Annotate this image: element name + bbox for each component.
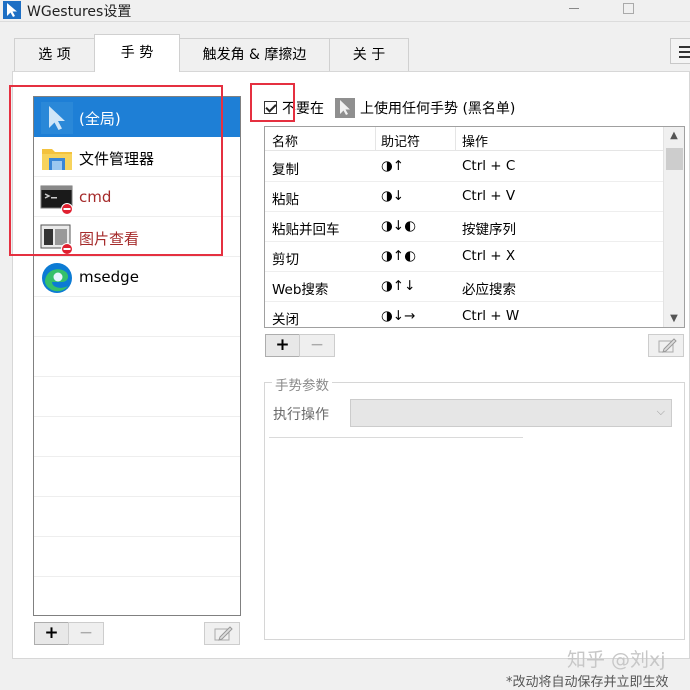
table-row[interactable]: 关闭 ◑↓→ Ctrl + W xyxy=(265,302,663,328)
menu-line-icon xyxy=(679,51,690,53)
table-row[interactable]: 粘贴并回车 ◑↓◐ 按键序列 xyxy=(265,212,663,242)
gesture-action: Ctrl + V xyxy=(462,188,516,204)
exec-action-select[interactable]: ⌵ xyxy=(350,399,672,427)
remove-gesture-button[interactable]: − xyxy=(299,334,335,357)
list-item-empty xyxy=(34,577,240,615)
column-divider xyxy=(375,127,376,151)
list-item-global[interactable]: (全局) xyxy=(34,97,240,137)
edit-icon xyxy=(214,626,233,641)
edit-gesture-button[interactable] xyxy=(648,334,684,357)
chevron-down-icon: ⌵ xyxy=(656,405,665,418)
autosave-note: *改动将自动保存并立即生效 xyxy=(506,675,669,690)
column-header-mnemonic[interactable]: 助记符 xyxy=(381,131,420,150)
cursor-icon xyxy=(41,102,73,134)
gesture-action: Ctrl + C xyxy=(462,158,516,174)
list-item-empty xyxy=(34,297,240,337)
table-row[interactable]: 粘贴 ◑↓ Ctrl + V xyxy=(265,182,663,212)
edge-icon xyxy=(42,263,72,293)
table-row[interactable]: 剪切 ◑↑◐ Ctrl + X xyxy=(265,242,663,272)
list-item-photo-viewer[interactable]: 图片查看 xyxy=(34,217,240,257)
column-header-action[interactable]: 操作 xyxy=(462,131,488,150)
gesture-mnemonic: ◑↑ xyxy=(381,158,405,174)
gesture-mnemonic: ◑↓◐ xyxy=(381,218,416,234)
minimize-button[interactable] xyxy=(560,0,590,20)
gesture-name: 剪切 xyxy=(272,252,299,268)
table-row[interactable]: Web搜索 ◑↑↓ 必应搜索 xyxy=(265,272,663,302)
column-divider xyxy=(455,127,456,151)
gesture-table[interactable]: 名称 助记符 操作 复制 ◑↑ Ctrl + C 粘贴 ◑↓ Ctrl + V … xyxy=(264,126,685,328)
folder-icon xyxy=(42,149,72,170)
gesture-action: Ctrl + X xyxy=(462,248,516,264)
cursor-icon xyxy=(335,98,355,118)
menu-line-icon xyxy=(679,46,690,48)
gesture-name: 粘贴并回车 xyxy=(272,222,340,238)
app-list[interactable]: (全局) 文件管理器 cmd 图片查看 msedge xyxy=(33,96,241,616)
menu-button[interactable] xyxy=(670,38,690,64)
list-item-label: cmd xyxy=(79,188,112,206)
divider xyxy=(269,437,523,438)
scroll-up-icon[interactable]: ▲ xyxy=(664,127,684,144)
list-item-file-manager[interactable]: 文件管理器 xyxy=(34,137,240,177)
list-item-empty xyxy=(34,497,240,537)
table-row[interactable]: 复制 ◑↑ Ctrl + C xyxy=(265,152,663,182)
gesture-name: 复制 xyxy=(272,162,299,178)
gesture-action: 按键序列 xyxy=(462,222,516,238)
list-item-empty xyxy=(34,537,240,577)
exec-action-label: 执行操作 xyxy=(273,407,329,423)
list-item-empty xyxy=(34,337,240,377)
add-app-button[interactable]: + xyxy=(34,622,69,645)
list-item-label: msedge xyxy=(79,268,139,286)
list-item-msedge[interactable]: msedge xyxy=(34,257,240,297)
remove-app-button[interactable]: − xyxy=(68,622,104,645)
scroll-down-icon[interactable]: ▼ xyxy=(664,310,684,327)
column-header-name[interactable]: 名称 xyxy=(272,131,298,150)
gesture-mnemonic: ◑↑◐ xyxy=(381,248,416,264)
list-item-empty xyxy=(34,417,240,457)
tab-about[interactable]: 关 于 xyxy=(329,38,409,71)
list-item-label: (全局) xyxy=(79,110,121,128)
gesture-mnemonic: ◑↑↓ xyxy=(381,278,416,294)
menu-line-icon xyxy=(679,56,690,58)
watermark: 知乎 @刘xj xyxy=(567,649,666,671)
tab-gestures[interactable]: 手 势 xyxy=(94,34,180,72)
gesture-mnemonic: ◑↓→ xyxy=(381,308,416,324)
app-cursor-icon xyxy=(3,1,21,19)
table-header: 名称 助记符 操作 xyxy=(265,127,663,151)
gesture-mnemonic: ◑↓ xyxy=(381,188,405,204)
gesture-name: 关闭 xyxy=(272,312,299,328)
table-scrollbar[interactable]: ▲ ▼ xyxy=(663,127,684,327)
terminal-icon xyxy=(40,185,73,215)
list-item-cmd[interactable]: cmd xyxy=(34,177,240,217)
list-item-empty xyxy=(34,457,240,497)
add-gesture-button[interactable]: + xyxy=(265,334,300,357)
blacklist-prefix: 不要在 xyxy=(282,101,324,117)
edit-app-button[interactable] xyxy=(204,622,240,645)
blacklist-suffix: 上使用任何手势 (黑名单) xyxy=(360,101,516,117)
tab-options[interactable]: 选 项 xyxy=(14,38,95,71)
gesture-action: 必应搜索 xyxy=(462,282,516,298)
list-item-empty xyxy=(34,377,240,417)
edit-icon xyxy=(658,338,677,353)
gesture-name: Web搜索 xyxy=(272,282,329,298)
gesture-name: 粘贴 xyxy=(272,192,299,208)
tab-hot-corners[interactable]: 触发角 & 摩擦边 xyxy=(179,38,330,71)
window-title: WGestures设置 xyxy=(27,4,132,20)
photo-viewer-icon xyxy=(40,224,73,255)
list-item-label: 图片查看 xyxy=(79,230,140,248)
scroll-thumb[interactable] xyxy=(666,148,683,170)
gesture-params-legend: 手势参数 xyxy=(272,374,332,394)
tab-strip: 选 项 手 势 触发角 & 摩擦边 关 于 xyxy=(0,30,690,72)
blacklist-checkbox[interactable] xyxy=(264,101,277,114)
gesture-action: Ctrl + W xyxy=(462,308,520,324)
maximize-button[interactable] xyxy=(617,0,639,20)
title-bar: WGestures设置 xyxy=(0,0,690,22)
list-item-label: 文件管理器 xyxy=(79,150,155,168)
